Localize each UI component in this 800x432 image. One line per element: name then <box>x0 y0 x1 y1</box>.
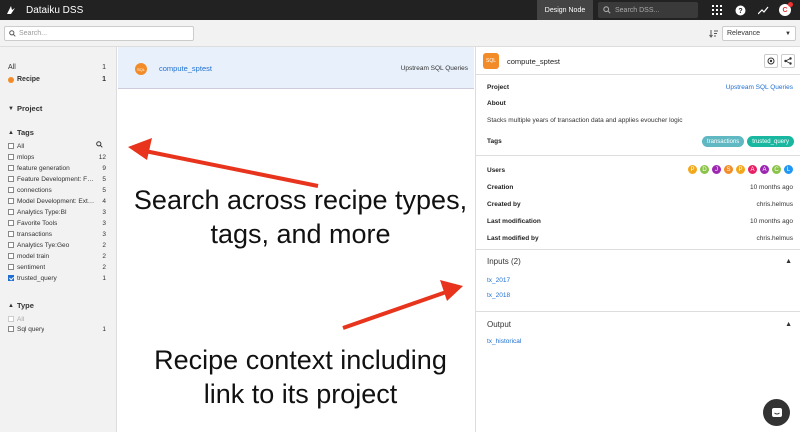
chat-button[interactable] <box>763 399 790 426</box>
arrow-to-tags-head <box>128 138 152 160</box>
annotation-context-line1: Recipe context including <box>154 345 447 375</box>
annotation-search-line2: tags, and more <box>210 219 391 249</box>
arrow-to-tags <box>139 148 319 188</box>
annotation-context: Recipe context including link to its pro… <box>118 343 483 411</box>
annotation-search: Search across recipe types, tags, and mo… <box>118 183 483 251</box>
chat-icon <box>771 407 782 417</box>
arrow-to-project <box>342 288 453 330</box>
arrow-to-project-head <box>440 280 463 301</box>
annotation-context-line2: link to its project <box>203 379 398 409</box>
annotation-search-line1: Search across recipe types, <box>133 185 468 215</box>
